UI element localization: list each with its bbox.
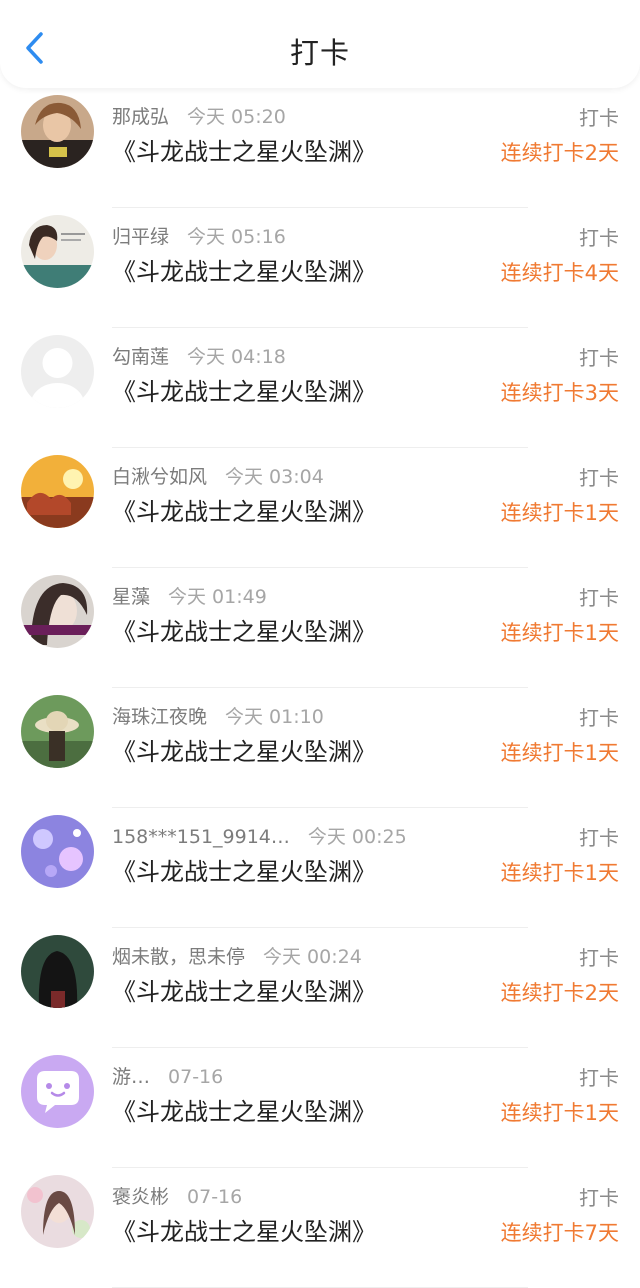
streak-label: 连续打卡7天 — [500, 1221, 619, 1245]
checkin-row[interactable]: 白湫兮如风 今天 03:04 《斗龙战士之星火坠渊》 打卡 连续打卡1天 — [0, 448, 640, 568]
checkin-label: 打卡 — [579, 106, 619, 130]
checkin-row[interactable]: 那成弘 今天 05:20 《斗龙战士之星火坠渊》 打卡 连续打卡2天 — [0, 88, 640, 208]
checkin-label: 打卡 — [579, 346, 619, 370]
streak-label: 连续打卡2天 — [500, 141, 619, 165]
streak-label: 连续打卡1天 — [500, 741, 619, 765]
checkin-label: 打卡 — [579, 1186, 619, 1210]
checkin-time: 07-16 — [187, 1186, 243, 1208]
book-title[interactable]: 《斗龙战士之星火坠渊》 — [112, 372, 376, 407]
book-title[interactable]: 《斗龙战士之星火坠渊》 — [112, 612, 376, 647]
checkin-time: 今天 04:18 — [187, 346, 286, 368]
streak-label: 连续打卡1天 — [500, 501, 619, 525]
avatar[interactable] — [21, 455, 94, 528]
book-title[interactable]: 《斗龙战士之星火坠渊》 — [112, 132, 376, 167]
avatar[interactable] — [21, 695, 94, 768]
avatar[interactable] — [21, 95, 94, 168]
streak-label: 连续打卡3天 — [500, 381, 619, 405]
book-title[interactable]: 《斗龙战士之星火坠渊》 — [112, 1092, 376, 1127]
avatar[interactable] — [21, 1055, 94, 1128]
avatar[interactable] — [21, 1175, 94, 1248]
checkin-list: 那成弘 今天 05:20 《斗龙战士之星火坠渊》 打卡 连续打卡2天 归平绿 今天 … — [0, 88, 640, 1288]
streak-label: 连续打卡4天 — [500, 261, 619, 285]
user-name[interactable]: 星藻 — [112, 586, 150, 608]
avatar[interactable] — [21, 935, 94, 1008]
user-name[interactable]: 游… — [112, 1066, 150, 1088]
checkin-row[interactable]: 烟未散，思未停 今天 00:24 《斗龙战士之星火坠渊》 打卡 连续打卡2天 — [0, 928, 640, 1048]
user-name[interactable]: 海珠江夜晚 — [112, 706, 207, 728]
book-title[interactable]: 《斗龙战士之星火坠渊》 — [112, 852, 376, 887]
top-bar: 打卡 — [0, 0, 640, 88]
streak-label: 连续打卡1天 — [500, 1101, 619, 1125]
book-title[interactable]: 《斗龙战士之星火坠渊》 — [112, 732, 376, 767]
checkin-time: 今天 03:04 — [225, 466, 324, 488]
checkin-time: 今天 00:24 — [263, 946, 362, 968]
checkin-label: 打卡 — [579, 1066, 619, 1090]
book-title[interactable]: 《斗龙战士之星火坠渊》 — [112, 492, 376, 527]
checkin-label: 打卡 — [579, 946, 619, 970]
streak-label: 连续打卡1天 — [500, 861, 619, 885]
checkin-time: 今天 00:25 — [307, 826, 407, 848]
checkin-label: 打卡 — [579, 586, 619, 610]
avatar[interactable] — [21, 335, 94, 408]
checkin-row[interactable]: 勾南莲 今天 04:18 《斗龙战士之星火坠渊》 打卡 连续打卡3天 — [0, 328, 640, 448]
avatar[interactable] — [21, 215, 94, 288]
user-name[interactable]: 勾南莲 — [112, 346, 169, 368]
user-name[interactable]: 158***151_9914… — [112, 826, 290, 848]
checkin-time: 今天 05:16 — [187, 226, 286, 248]
streak-label: 连续打卡2天 — [500, 981, 619, 1005]
checkin-row[interactable]: 海珠江夜晚 今天 01:10 《斗龙战士之星火坠渊》 打卡 连续打卡1天 — [0, 688, 640, 808]
checkin-label: 打卡 — [579, 466, 619, 490]
user-name[interactable]: 褒炎彬 — [112, 1186, 169, 1208]
page-title: 打卡 — [289, 36, 350, 70]
streak-label: 连续打卡1天 — [500, 621, 619, 645]
checkin-time: 今天 01:10 — [225, 706, 324, 728]
checkin-row[interactable]: 褒炎彬 07-16 《斗龙战士之星火坠渊》 打卡 连续打卡7天 — [0, 1168, 640, 1288]
avatar[interactable] — [21, 815, 94, 888]
user-name[interactable]: 归平绿 — [112, 226, 169, 248]
user-name[interactable]: 白湫兮如风 — [112, 466, 207, 488]
book-title[interactable]: 《斗龙战士之星火坠渊》 — [112, 1212, 376, 1247]
checkin-label: 打卡 — [579, 826, 619, 850]
checkin-row[interactable]: 归平绿 今天 05:16 《斗龙战士之星火坠渊》 打卡 连续打卡4天 — [0, 208, 640, 328]
checkin-time: 07-16 — [168, 1066, 224, 1088]
user-name[interactable]: 烟未散，思未停 — [112, 946, 245, 968]
checkin-label: 打卡 — [579, 226, 619, 250]
book-title[interactable]: 《斗龙战士之星火坠渊》 — [112, 252, 376, 287]
user-name[interactable]: 那成弘 — [112, 106, 169, 128]
avatar[interactable] — [21, 575, 94, 648]
book-title[interactable]: 《斗龙战士之星火坠渊》 — [112, 972, 376, 1007]
checkin-row[interactable]: 158***151_9914… 今天 00:25 《斗龙战士之星火坠渊》 打卡 连… — [0, 808, 640, 928]
checkin-row[interactable]: 星藻 今天 01:49 《斗龙战士之星火坠渊》 打卡 连续打卡1天 — [0, 568, 640, 688]
checkin-row[interactable]: 游… 07-16 《斗龙战士之星火坠渊》 打卡 连续打卡1天 — [0, 1048, 640, 1168]
checkin-time: 今天 01:49 — [168, 586, 267, 608]
checkin-time: 今天 05:20 — [187, 106, 286, 128]
checkin-label: 打卡 — [579, 706, 619, 730]
